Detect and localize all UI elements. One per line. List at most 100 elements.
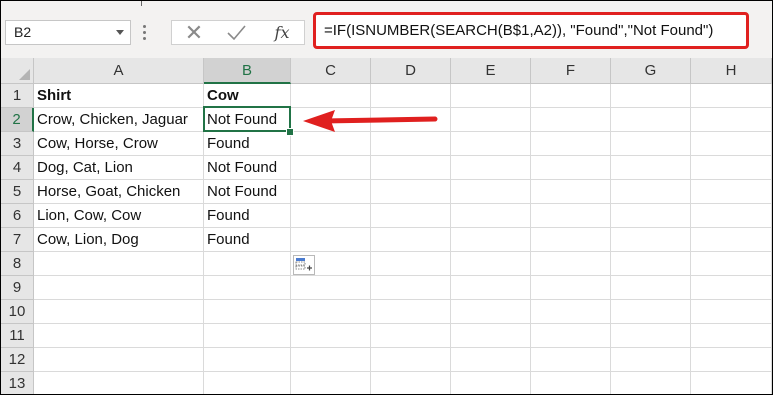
cell-c7[interactable] [291, 228, 371, 252]
name-box[interactable]: B2 [5, 20, 131, 45]
cell-a3[interactable]: Cow, Horse, Crow [34, 132, 204, 156]
column-header-h[interactable]: H [691, 58, 772, 84]
cell-g2[interactable] [611, 108, 691, 132]
cell-h6[interactable] [691, 204, 772, 228]
cell-h1[interactable] [691, 84, 772, 108]
cell-g12[interactable] [611, 348, 691, 372]
column-header-f[interactable]: F [531, 58, 611, 84]
cell-d8[interactable] [371, 252, 451, 276]
cell-g5[interactable] [611, 180, 691, 204]
cell-c6[interactable] [291, 204, 371, 228]
insert-function-icon[interactable]: fx [262, 21, 302, 44]
row-header-5[interactable]: 5 [1, 180, 34, 204]
cell-d12[interactable] [371, 348, 451, 372]
cell-f12[interactable] [531, 348, 611, 372]
cell-h4[interactable] [691, 156, 772, 180]
column-header-e[interactable]: E [451, 58, 531, 84]
cell-f11[interactable] [531, 324, 611, 348]
more-options-icon[interactable] [143, 25, 147, 41]
cell-f5[interactable] [531, 180, 611, 204]
cell-a5[interactable]: Horse, Goat, Chicken [34, 180, 204, 204]
cell-e8[interactable] [451, 252, 531, 276]
cell-h11[interactable] [691, 324, 772, 348]
cell-b4[interactable]: Not Found [204, 156, 291, 180]
cell-h3[interactable] [691, 132, 772, 156]
cell-d3[interactable] [371, 132, 451, 156]
cell-b10[interactable] [204, 300, 291, 324]
row-header-10[interactable]: 10 [1, 300, 34, 324]
cell-d5[interactable] [371, 180, 451, 204]
cell-f10[interactable] [531, 300, 611, 324]
row-header-6[interactable]: 6 [1, 204, 34, 228]
cancel-icon[interactable]: ✕ [174, 21, 214, 44]
cell-a2[interactable]: Crow, Chicken, Jaguar [34, 108, 204, 132]
cell-b1[interactable]: Cow [204, 84, 291, 108]
cell-g11[interactable] [611, 324, 691, 348]
cell-a6[interactable]: Lion, Cow, Cow [34, 204, 204, 228]
cell-f1[interactable] [531, 84, 611, 108]
cell-c11[interactable] [291, 324, 371, 348]
row-header-2[interactable]: 2 [1, 108, 34, 132]
cell-g8[interactable] [611, 252, 691, 276]
cell-e4[interactable] [451, 156, 531, 180]
row-header-8[interactable]: 8 [1, 252, 34, 276]
cell-b12[interactable] [204, 348, 291, 372]
cell-c5[interactable] [291, 180, 371, 204]
cell-c9[interactable] [291, 276, 371, 300]
cell-b9[interactable] [204, 276, 291, 300]
cell-g9[interactable] [611, 276, 691, 300]
row-header-12[interactable]: 12 [1, 348, 34, 372]
cell-a13[interactable] [34, 372, 204, 394]
cell-f6[interactable] [531, 204, 611, 228]
cell-d4[interactable] [371, 156, 451, 180]
chevron-down-icon[interactable] [116, 30, 124, 35]
column-header-b[interactable]: B [204, 58, 291, 84]
cell-f2[interactable] [531, 108, 611, 132]
checkmark-icon[interactable] [216, 21, 256, 44]
cell-e11[interactable] [451, 324, 531, 348]
quick-analysis-icon[interactable] [293, 255, 315, 275]
cell-h9[interactable] [691, 276, 772, 300]
column-header-d[interactable]: D [371, 58, 451, 84]
cell-c10[interactable] [291, 300, 371, 324]
select-all-button[interactable] [1, 58, 34, 84]
row-header-4[interactable]: 4 [1, 156, 34, 180]
cell-f4[interactable] [531, 156, 611, 180]
cell-f9[interactable] [531, 276, 611, 300]
cell-g4[interactable] [611, 156, 691, 180]
fill-handle[interactable] [286, 128, 294, 136]
cell-e9[interactable] [451, 276, 531, 300]
cell-h10[interactable] [691, 300, 772, 324]
cell-b13[interactable] [204, 372, 291, 394]
cell-f13[interactable] [531, 372, 611, 394]
cell-h8[interactable] [691, 252, 772, 276]
cell-g13[interactable] [611, 372, 691, 394]
cell-h2[interactable] [691, 108, 772, 132]
cell-a7[interactable]: Cow, Lion, Dog [34, 228, 204, 252]
cell-e5[interactable] [451, 180, 531, 204]
cell-e13[interactable] [451, 372, 531, 394]
row-header-3[interactable]: 3 [1, 132, 34, 156]
column-header-g[interactable]: G [611, 58, 691, 84]
cell-f7[interactable] [531, 228, 611, 252]
column-header-c[interactable]: C [291, 58, 371, 84]
cell-a4[interactable]: Dog, Cat, Lion [34, 156, 204, 180]
cell-b2[interactable]: Not Found [204, 108, 291, 132]
cell-c4[interactable] [291, 156, 371, 180]
cell-d6[interactable] [371, 204, 451, 228]
cell-d9[interactable] [371, 276, 451, 300]
cell-h5[interactable] [691, 180, 772, 204]
formula-input[interactable]: =IF(ISNUMBER(SEARCH(B$1,A2)), "Found","N… [313, 12, 749, 49]
cell-g7[interactable] [611, 228, 691, 252]
cell-a1[interactable]: Shirt [34, 84, 204, 108]
cell-e12[interactable] [451, 348, 531, 372]
cell-c1[interactable] [291, 84, 371, 108]
cell-a12[interactable] [34, 348, 204, 372]
cell-a9[interactable] [34, 276, 204, 300]
cell-b6[interactable]: Found [204, 204, 291, 228]
column-header-a[interactable]: A [34, 58, 204, 84]
cell-h7[interactable] [691, 228, 772, 252]
cell-e3[interactable] [451, 132, 531, 156]
row-header-1[interactable]: 1 [1, 84, 34, 108]
cell-c13[interactable] [291, 372, 371, 394]
